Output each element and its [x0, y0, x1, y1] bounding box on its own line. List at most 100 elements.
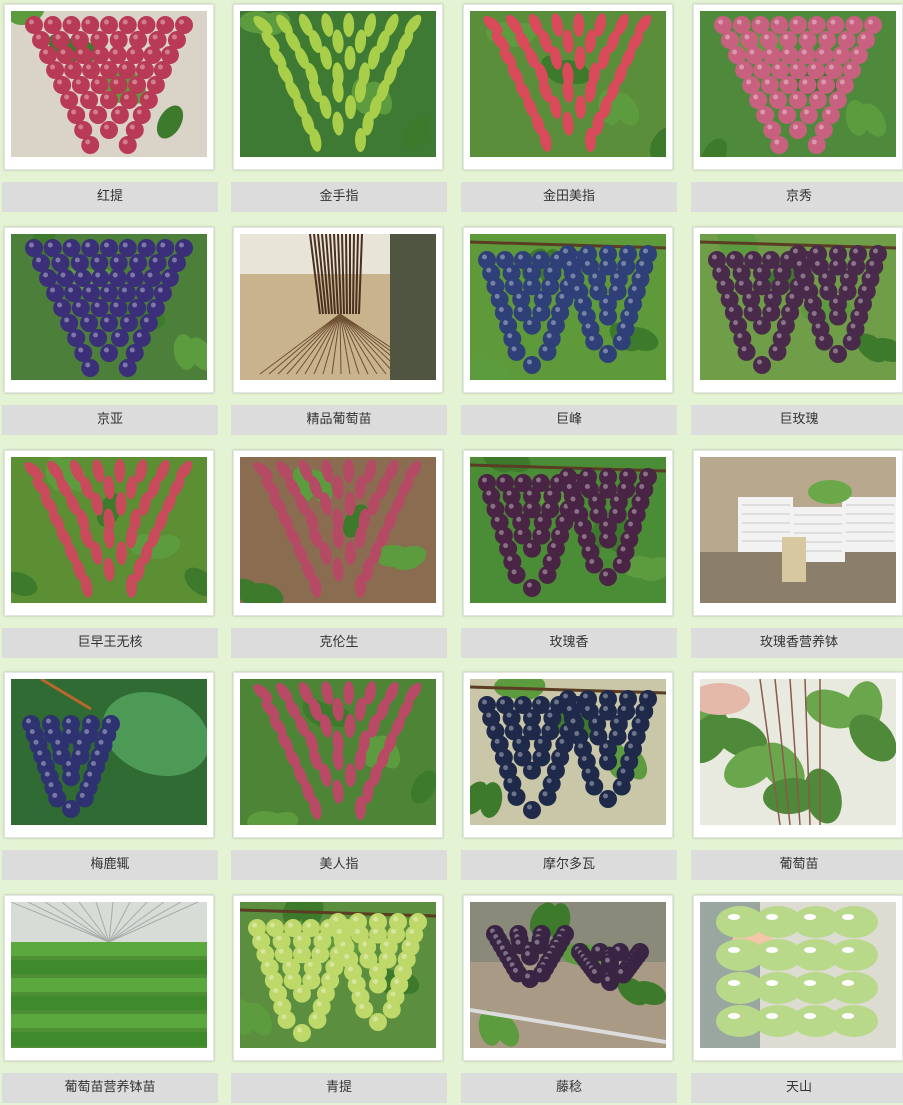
product-photo[interactable]: [240, 679, 436, 825]
product-photo[interactable]: [470, 11, 666, 157]
product-image-frame[interactable]: [693, 227, 903, 393]
product-card[interactable]: 巨早王无核: [2, 450, 218, 660]
product-card[interactable]: 精品葡萄苗: [231, 227, 447, 437]
product-name-link[interactable]: 美人指: [231, 850, 447, 880]
product-image-frame[interactable]: [4, 227, 214, 393]
product-photo[interactable]: [700, 457, 896, 603]
product-name-link[interactable]: 玫瑰香: [461, 628, 677, 658]
grape-photo-graphic: [700, 11, 896, 157]
product-image-frame[interactable]: [233, 895, 443, 1061]
product-image-frame[interactable]: [233, 450, 443, 616]
product-photo[interactable]: [700, 902, 896, 1048]
product-name-link[interactable]: 巨早王无核: [2, 628, 218, 658]
product-image-frame[interactable]: [463, 672, 673, 838]
product-photo[interactable]: [700, 234, 896, 380]
product-name-link[interactable]: 巨峰: [461, 405, 677, 435]
grape-photo-graphic: [11, 234, 207, 380]
product-image-frame[interactable]: [4, 672, 214, 838]
product-card[interactable]: 京秀: [691, 4, 903, 214]
product-image-frame[interactable]: [693, 672, 903, 838]
product-image-frame[interactable]: [463, 450, 673, 616]
product-image-frame[interactable]: [4, 450, 214, 616]
product-card[interactable]: 藤稔: [461, 895, 677, 1105]
product-name-link[interactable]: 玫瑰香营养钵: [691, 628, 903, 658]
grape-photo-graphic: [11, 679, 207, 825]
grape-photo-graphic: [240, 679, 436, 825]
product-name-link[interactable]: 金手指: [231, 182, 447, 212]
product-card[interactable]: 葡萄苗: [691, 672, 903, 882]
product-name-link[interactable]: 金田美指: [461, 182, 677, 212]
product-image-frame[interactable]: [4, 4, 214, 170]
product-grid: 红提 金手指 金田美指 京秀京亚 精品葡萄苗 巨峰 巨玫瑰巨早王无核 克伦生 玫瑰香 玫瑰香营养钵…: [0, 0, 903, 1105]
product-name-link[interactable]: 葡萄苗营养钵苗: [2, 1073, 218, 1103]
product-photo[interactable]: [240, 11, 436, 157]
grape-photo-graphic: [470, 902, 666, 1048]
product-photo[interactable]: [470, 902, 666, 1048]
product-image-frame[interactable]: [463, 895, 673, 1061]
product-name-link[interactable]: 红提: [2, 182, 218, 212]
product-photo[interactable]: [11, 902, 207, 1048]
product-photo[interactable]: [700, 679, 896, 825]
product-name-link[interactable]: 青提: [231, 1073, 447, 1103]
product-card[interactable]: 摩尔多瓦: [461, 672, 677, 882]
product-name-link[interactable]: 京亚: [2, 405, 218, 435]
grape-photo-graphic: [240, 457, 436, 603]
grape-photo-graphic: [700, 679, 896, 825]
grape-photo-graphic: [470, 11, 666, 157]
product-photo[interactable]: [240, 234, 436, 380]
grape-photo-graphic: [11, 457, 207, 603]
product-photo[interactable]: [700, 11, 896, 157]
product-photo[interactable]: [470, 457, 666, 603]
product-image-frame[interactable]: [463, 227, 673, 393]
product-name-link[interactable]: 藤稔: [461, 1073, 677, 1103]
grape-photo-graphic: [470, 679, 666, 825]
product-photo[interactable]: [240, 457, 436, 603]
product-image-frame[interactable]: [693, 450, 903, 616]
product-image-frame[interactable]: [233, 672, 443, 838]
product-image-frame[interactable]: [4, 895, 214, 1061]
product-card[interactable]: 巨峰: [461, 227, 677, 437]
product-name-link[interactable]: 摩尔多瓦: [461, 850, 677, 880]
product-photo[interactable]: [240, 902, 436, 1048]
product-image-frame[interactable]: [693, 4, 903, 170]
product-card[interactable]: 青提: [231, 895, 447, 1105]
product-image-frame[interactable]: [463, 4, 673, 170]
product-photo[interactable]: [11, 11, 207, 157]
product-photo[interactable]: [470, 234, 666, 380]
grape-photo-graphic: [240, 234, 436, 380]
product-name-link[interactable]: 巨玫瑰: [691, 405, 903, 435]
grape-photo-graphic: [11, 11, 207, 157]
product-photo[interactable]: [11, 679, 207, 825]
product-name-link[interactable]: 天山: [691, 1073, 903, 1103]
grape-photo-graphic: [11, 902, 207, 1048]
product-card[interactable]: 玫瑰香营养钵: [691, 450, 903, 660]
product-image-frame[interactable]: [233, 227, 443, 393]
product-card[interactable]: 京亚: [2, 227, 218, 437]
product-name-link[interactable]: 葡萄苗: [691, 850, 903, 880]
product-card[interactable]: 红提: [2, 4, 218, 214]
product-name-link[interactable]: 克伦生: [231, 628, 447, 658]
product-photo[interactable]: [11, 234, 207, 380]
grape-photo-graphic: [700, 234, 896, 380]
product-name-link[interactable]: 精品葡萄苗: [231, 405, 447, 435]
grape-photo-graphic: [700, 902, 896, 1048]
grape-photo-graphic: [240, 11, 436, 157]
product-card[interactable]: 葡萄苗营养钵苗: [2, 895, 218, 1105]
product-image-frame[interactable]: [233, 4, 443, 170]
product-card[interactable]: 梅鹿辄: [2, 672, 218, 882]
product-name-link[interactable]: 梅鹿辄: [2, 850, 218, 880]
product-card[interactable]: 玫瑰香: [461, 450, 677, 660]
product-image-frame[interactable]: [693, 895, 903, 1061]
product-card[interactable]: 金田美指: [461, 4, 677, 214]
product-photo[interactable]: [11, 457, 207, 603]
grape-photo-graphic: [240, 902, 436, 1048]
grape-photo-graphic: [470, 457, 666, 603]
product-card[interactable]: 克伦生: [231, 450, 447, 660]
product-card[interactable]: 巨玫瑰: [691, 227, 903, 437]
product-name-link[interactable]: 京秀: [691, 182, 903, 212]
product-card[interactable]: 天山: [691, 895, 903, 1105]
product-card[interactable]: 金手指: [231, 4, 447, 214]
grape-photo-graphic: [700, 457, 896, 603]
product-photo[interactable]: [470, 679, 666, 825]
product-card[interactable]: 美人指: [231, 672, 447, 882]
